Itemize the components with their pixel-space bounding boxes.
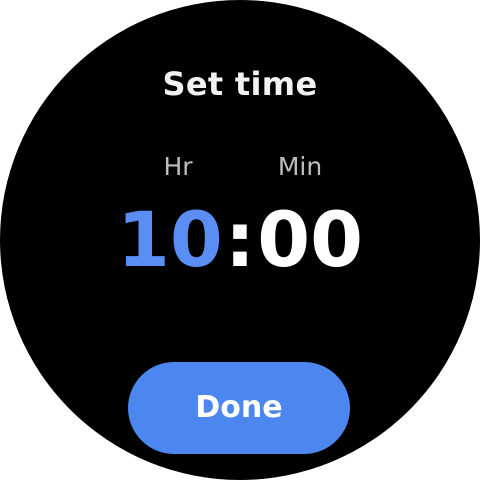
time-separator: : [224,195,256,284]
hour-field[interactable]: 10 [117,190,223,290]
watch-screen: Set time Hr Min 10:00 Done [0,0,480,480]
done-button[interactable]: Done [128,362,350,454]
hour-label: Hr [163,152,193,181]
page-title: Set time [162,65,318,103]
time-picker: 10:00 [0,190,480,290]
minute-label: Min [277,152,323,181]
minute-field[interactable]: 00 [257,190,363,290]
